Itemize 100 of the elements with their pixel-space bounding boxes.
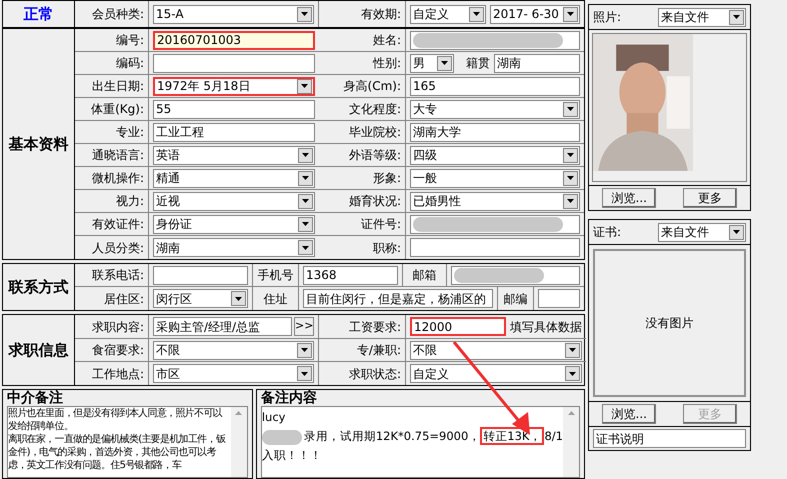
caret-icon[interactable] xyxy=(563,170,578,186)
dropdown[interactable]: 闵行区 xyxy=(153,289,248,308)
caret-icon[interactable] xyxy=(565,366,580,381)
field-label: 姓名: xyxy=(372,32,401,49)
text-field[interactable]: 湖南 xyxy=(494,54,580,72)
field-label: 邮编 xyxy=(504,290,528,308)
field-label: 性别: xyxy=(372,55,401,72)
field-label: 职称: xyxy=(372,240,401,256)
caret-icon[interactable] xyxy=(231,291,246,306)
field-label: 外语等级: xyxy=(348,147,401,164)
field-label: 会员种类: xyxy=(92,6,144,23)
field-label: 身高(Cm): xyxy=(344,78,401,95)
text-field[interactable] xyxy=(410,214,580,234)
notes-text: 照片也在里面，但是没有得到本人同意，照片不可以发给招聘单位。 xyxy=(8,407,224,433)
notes-text: 离职在家，一直做的是偏机械类(主要是机加工件，钣金件)，电气的采购，首选外资，其他公司也可以考虑，英文工作没有问题。住5号银都路，车 xyxy=(8,433,226,472)
dropdown[interactable]: 来自文件 xyxy=(658,8,746,26)
text-field[interactable]: 12000 xyxy=(410,317,506,336)
dropdown[interactable]: 自定义 xyxy=(410,364,582,383)
dropdown[interactable]: 大专 xyxy=(410,100,580,118)
dropdown[interactable]: 湖南 xyxy=(153,238,315,257)
dropdown[interactable]: 自定义 xyxy=(410,4,486,24)
field-label: 形象: xyxy=(372,170,401,187)
text-field[interactable]: 1368 xyxy=(303,266,398,284)
caret-icon[interactable] xyxy=(297,6,312,22)
field-label: 出生日期: xyxy=(92,78,144,95)
caret-icon[interactable] xyxy=(298,240,313,255)
remark-text: 入职！！！ xyxy=(262,447,322,464)
caret-icon[interactable] xyxy=(729,10,744,24)
dropdown[interactable]: 男 xyxy=(410,54,454,72)
text-field[interactable]: 工业工程 xyxy=(153,122,315,142)
group-title: 备注内容 xyxy=(260,390,318,406)
dropdown[interactable]: 一般 xyxy=(410,168,580,188)
more-button[interactable]: >> xyxy=(294,317,314,336)
caret-icon[interactable] xyxy=(565,342,580,358)
blurred-text xyxy=(262,430,302,444)
field-label: 专业: xyxy=(116,124,144,141)
button[interactable]: 浏览... xyxy=(602,404,656,424)
caret-icon[interactable] xyxy=(469,6,484,22)
field-label: 编号: xyxy=(116,32,144,49)
caret-icon[interactable] xyxy=(298,216,313,232)
text-field[interactable]: 目前住闵行，但是嘉定，杨浦区的 xyxy=(303,289,493,308)
field-label: 视力: xyxy=(116,193,144,210)
field-label: 求职状态: xyxy=(348,366,401,382)
text-field[interactable] xyxy=(410,238,580,257)
text-field[interactable]: 采购主管/经理/总监 xyxy=(153,317,292,336)
text-field[interactable]: 证书说明 xyxy=(593,429,746,448)
text-field[interactable] xyxy=(538,289,580,308)
dropdown[interactable]: 不限 xyxy=(410,340,582,360)
field-label: 有效证件: xyxy=(92,216,144,233)
caret-icon[interactable] xyxy=(297,342,312,358)
caret-icon[interactable] xyxy=(563,102,578,116)
caret-icon[interactable] xyxy=(563,6,578,22)
field-label: 求职内容: xyxy=(92,318,144,336)
text-field[interactable] xyxy=(410,30,580,50)
field-label: 居住区: xyxy=(104,290,144,308)
text-field[interactable]: 湖南大学 xyxy=(410,122,580,142)
caret-icon[interactable] xyxy=(563,148,578,162)
section-title: 正常 xyxy=(24,4,54,25)
group-title: 中介备注 xyxy=(7,390,64,406)
field-label: 微机操作: xyxy=(92,170,144,187)
field-label: 文化程度: xyxy=(348,101,401,118)
caret-icon[interactable] xyxy=(563,194,578,208)
caret-icon[interactable] xyxy=(298,170,313,186)
text-field[interactable] xyxy=(153,54,315,72)
dropdown[interactable]: 已婚男性 xyxy=(410,192,580,210)
field-label: 专/兼职: xyxy=(356,342,401,359)
dropdown[interactable]: 身份证 xyxy=(153,214,315,234)
field-label: 编码: xyxy=(116,55,144,72)
caret-icon[interactable] xyxy=(297,78,312,94)
dropdown[interactable]: 不限 xyxy=(153,340,314,360)
field-label: 婚育状况: xyxy=(348,193,401,210)
dropdown[interactable]: 2017- 6-30 xyxy=(490,4,580,24)
caret-icon[interactable] xyxy=(298,194,313,208)
dropdown[interactable]: 四级 xyxy=(410,146,580,164)
dropdown[interactable]: 英语 xyxy=(153,146,315,164)
dropdown[interactable]: 市区 xyxy=(153,364,314,383)
section-title: 求职信息 xyxy=(8,340,68,361)
dropdown[interactable]: 近视 xyxy=(153,192,315,210)
button[interactable]: 浏览... xyxy=(602,188,656,208)
text-field[interactable]: 20160701003 xyxy=(153,30,315,50)
field-label: 手机号 xyxy=(258,267,294,284)
text-field[interactable]: 55 xyxy=(153,100,315,118)
field-label: 联系电话: xyxy=(92,267,144,284)
text-field[interactable] xyxy=(451,266,580,284)
caret-icon[interactable] xyxy=(297,366,312,381)
caret-icon[interactable] xyxy=(298,148,313,162)
dropdown[interactable]: 15-A xyxy=(153,4,314,24)
text-field[interactable] xyxy=(153,266,248,284)
button[interactable]: 更多 xyxy=(682,188,737,208)
caret-icon[interactable] xyxy=(729,224,744,240)
hint-text: 填写具体数据 xyxy=(510,318,582,336)
field-label: 人员分类: xyxy=(92,240,144,256)
field-label: 食宿要求: xyxy=(92,342,144,359)
field-label: 工资要求: xyxy=(348,318,401,336)
text-field[interactable]: 165 xyxy=(410,76,580,96)
field-label: 证件号: xyxy=(360,216,401,233)
dropdown[interactable]: 精通 xyxy=(153,168,315,188)
caret-icon[interactable] xyxy=(437,56,452,70)
dropdown[interactable]: 1972年 5月18日 xyxy=(153,76,315,96)
dropdown[interactable]: 来自文件 xyxy=(658,222,746,242)
